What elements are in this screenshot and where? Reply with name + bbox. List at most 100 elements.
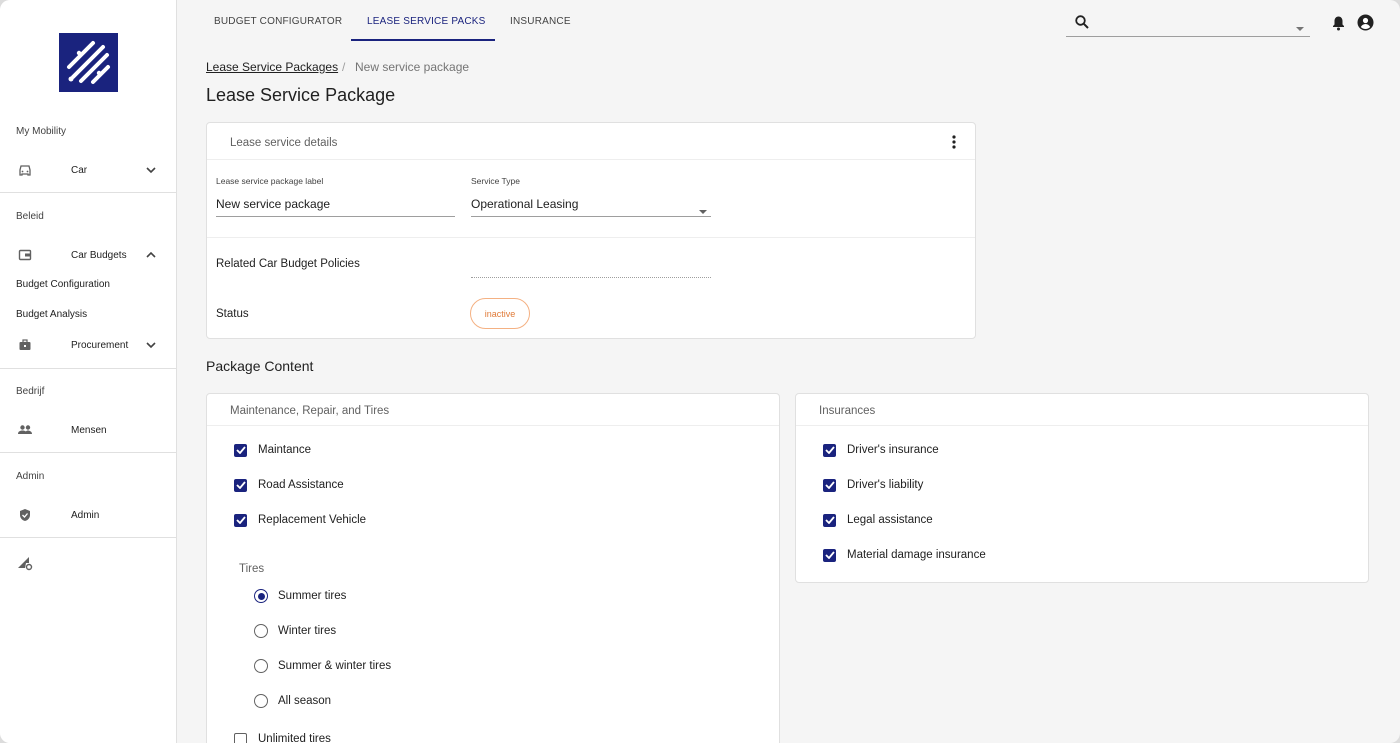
checkbox-replacement-vehicle[interactable]: Replacement Vehicle: [234, 511, 366, 529]
package-label-input[interactable]: New service package: [216, 197, 455, 215]
card-title: Insurances: [819, 405, 876, 417]
card-header: Lease service details: [207, 123, 975, 160]
checkbox-checked-icon: [823, 443, 836, 457]
checkbox-maintenance[interactable]: Maintance: [234, 441, 311, 459]
chevron-up-icon: [144, 248, 158, 262]
sidebar-item-label: Admin: [71, 509, 100, 521]
sidebar-item-label: Procurement: [71, 339, 129, 351]
chevron-down-icon: [144, 163, 158, 177]
account-icon[interactable]: [1357, 14, 1374, 36]
checkbox-material-damage-insurance[interactable]: Material damage insurance: [823, 546, 986, 564]
tab-budget-configurator[interactable]: BUDGET CONFIGURATOR: [214, 0, 342, 42]
checkbox-checked-icon: [234, 443, 247, 457]
tab-insurance[interactable]: INSURANCE: [510, 0, 571, 42]
checkbox-label: Legal assistance: [847, 514, 933, 526]
briefcase-icon: [17, 337, 33, 353]
checkbox-label: Unlimited tires: [258, 733, 331, 743]
radio-winter-tires[interactable]: Winter tires: [254, 622, 336, 640]
radio-selected-icon: [254, 589, 268, 603]
checkbox-label: Material damage insurance: [847, 549, 986, 561]
checkbox-checked-icon: [234, 513, 247, 527]
people-icon: [17, 422, 33, 438]
sidebar-item-mensen[interactable]: Mensen: [0, 415, 176, 445]
card-divider: [207, 237, 975, 238]
checkbox-label: Driver's insurance: [847, 444, 939, 456]
checkbox-label: Maintance: [258, 444, 312, 456]
checkbox-drivers-liability[interactable]: Driver's liability: [823, 476, 923, 494]
sidebar-divider: [0, 452, 176, 453]
status-label: Status: [216, 308, 249, 320]
sidebar-item-label: Car Budgets: [71, 249, 127, 261]
checkbox-checked-icon: [823, 478, 836, 492]
radio-unselected-icon: [254, 659, 268, 673]
sidebar-divider: [0, 537, 176, 538]
checkbox-unchecked-icon: [234, 732, 247, 743]
sidebar-section-my-mobility: My Mobility: [16, 126, 67, 137]
checkbox-label: Replacement Vehicle: [258, 514, 367, 526]
chevron-down-icon: [144, 338, 158, 352]
car-icon: [17, 162, 33, 178]
dropdown-arrow-icon[interactable]: [1295, 19, 1305, 37]
search-icon: [1074, 14, 1090, 35]
sidebar-item-label: Mensen: [71, 424, 107, 436]
search-box[interactable]: [1066, 9, 1310, 37]
checkbox-checked-icon: [823, 548, 836, 562]
tab-lease-service-packs[interactable]: LEASE SERVICE PACKS: [367, 0, 485, 42]
network-settings-icon: [17, 555, 33, 571]
card-header: Insurances: [796, 394, 1368, 426]
checkbox-label: Road Assistance: [258, 479, 344, 491]
radio-all-season[interactable]: All season: [254, 692, 331, 710]
active-tab-indicator: [351, 39, 495, 41]
status-badge[interactable]: inactive: [470, 298, 530, 329]
sidebar-section-bedrijf: Bedrijf: [16, 386, 45, 397]
tires-label: Tires: [239, 563, 265, 575]
checkbox-road-assistance[interactable]: Road Assistance: [234, 476, 344, 494]
sidebar-item-car[interactable]: Car: [0, 155, 176, 185]
service-type-label: Service Type: [471, 176, 520, 186]
radio-label: All season: [278, 695, 332, 707]
input-underline: [216, 216, 455, 217]
label-field-label: Lease service package label: [216, 176, 324, 186]
lease-service-details-card: Lease service details: [206, 122, 976, 339]
search-input[interactable]: [1096, 13, 1286, 33]
radio-unselected-icon: [254, 624, 268, 638]
sidebar-item-admin[interactable]: Admin: [0, 500, 176, 530]
radio-label: Summer & winter tires: [278, 660, 392, 672]
sidebar-settings-button[interactable]: [0, 548, 176, 578]
radio-summer-winter-tires[interactable]: Summer & winter tires: [254, 657, 391, 675]
dropdown-arrow-icon[interactable]: [698, 202, 708, 220]
checkbox-checked-icon: [234, 478, 247, 492]
page-title: Lease Service Package: [206, 85, 396, 105]
card-title: Lease service details: [230, 137, 338, 149]
card-header: Maintenance, Repair, and Tires: [207, 394, 779, 426]
notifications-bell-icon[interactable]: [1331, 15, 1346, 36]
more-vert-icon[interactable]: [946, 134, 962, 155]
app-window: My Mobility Car Beleid Car Budgets Budge…: [0, 0, 1400, 743]
package-content-title: Package Content: [206, 358, 314, 374]
radio-label: Summer tires: [278, 590, 347, 602]
service-type-select[interactable]: Operational Leasing: [471, 197, 711, 215]
checkbox-unlimited-tires[interactable]: Unlimited tires: [234, 730, 331, 743]
checkbox-drivers-insurance[interactable]: Driver's insurance: [823, 441, 939, 459]
sidebar-section-admin: Admin: [16, 471, 45, 482]
sidebar-divider: [0, 368, 176, 369]
radio-label: Winter tires: [278, 625, 337, 637]
sidebar-section-beleid: Beleid: [16, 211, 44, 222]
checkbox-checked-icon: [823, 513, 836, 527]
card-title: Maintenance, Repair, and Tires: [230, 405, 390, 417]
checkbox-legal-assistance[interactable]: Legal assistance: [823, 511, 933, 529]
related-policies-input[interactable]: [471, 258, 711, 278]
sidebar-item-budget-analysis[interactable]: Budget Analysis: [16, 309, 87, 320]
breadcrumb-parent-link[interactable]: Lease Service Packages: [206, 60, 338, 74]
radio-summer-tires[interactable]: Summer tires: [254, 587, 346, 605]
sidebar-item-car-budgets[interactable]: Car Budgets: [0, 240, 176, 270]
sidebar: My Mobility Car Beleid Car Budgets Budge…: [0, 0, 177, 743]
sidebar-item-procurement[interactable]: Procurement: [0, 330, 176, 360]
breadcrumb-current: New service package: [355, 60, 470, 74]
brand-logo[interactable]: [59, 33, 118, 92]
related-policies-label: Related Car Budget Policies: [216, 258, 360, 270]
wallet-icon: [17, 247, 33, 263]
sidebar-item-budget-configuration[interactable]: Budget Configuration: [16, 279, 110, 290]
checkbox-label: Driver's liability: [847, 479, 924, 491]
breadcrumb-separator: /: [342, 60, 346, 74]
